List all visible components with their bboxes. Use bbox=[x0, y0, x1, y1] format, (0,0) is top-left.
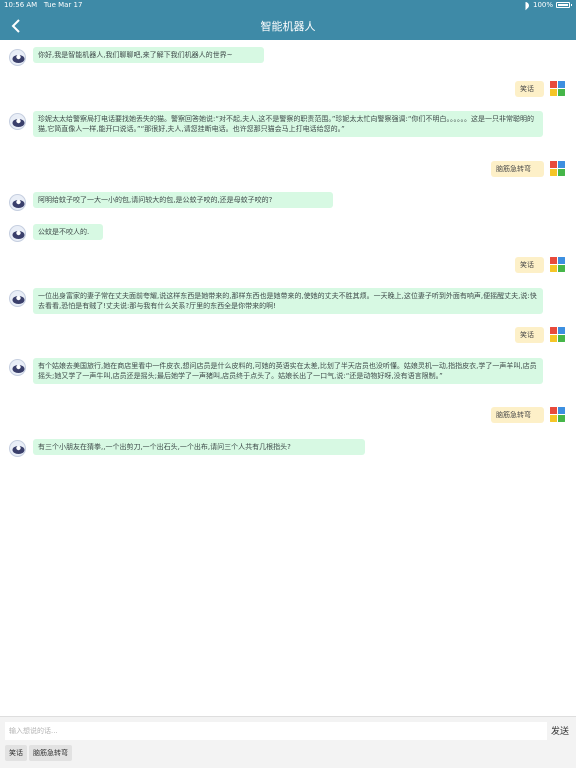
chat-list[interactable]: 你好,我是智能机器人,我们聊聊吧,来了解下我们机器人的世界~ 笑话 珍妮太太给警… bbox=[0, 40, 576, 716]
user-message-bubble: 脑筋急转弯 bbox=[491, 407, 544, 423]
user-avatar-icon bbox=[549, 160, 566, 177]
user-message-bubble: 笑话 bbox=[515, 81, 544, 97]
bot-message-bubble: 你好,我是智能机器人,我们聊聊吧,来了解下我们机器人的世界~ bbox=[33, 47, 264, 63]
robot-avatar-icon bbox=[9, 49, 26, 66]
robot-avatar-icon bbox=[9, 194, 26, 211]
bot-message-bubble: 一位出身富家的妻子常在丈夫面前夸耀,说这样东西是她带来的,那样东西也是她带来的,… bbox=[33, 288, 543, 314]
robot-avatar-icon bbox=[9, 225, 26, 242]
bot-message-bubble: 珍妮太太给警察局打电话要找她丢失的猫。警察回答她说:“对不起,夫人,这不是警察的… bbox=[33, 111, 543, 137]
input-bar: 发送 笑话 脑筋急转弯 bbox=[0, 716, 576, 768]
quick-reply-joke[interactable]: 笑话 bbox=[5, 745, 27, 761]
battery-icon bbox=[556, 2, 572, 8]
status-bar: 10:56 AM Tue Mar 17 100% bbox=[0, 0, 576, 12]
robot-avatar-icon bbox=[9, 113, 26, 130]
user-avatar-icon bbox=[549, 326, 566, 343]
wifi-icon bbox=[521, 2, 530, 9]
bot-message-bubble: 有三个小朋友在猜拳,,一个出剪刀,一个出石头,一个出布,请问三个人共有几根指头? bbox=[33, 439, 365, 455]
user-message-bubble: 笑话 bbox=[515, 327, 544, 343]
nav-bar: 智能机器人 bbox=[0, 12, 576, 40]
user-avatar-icon bbox=[549, 406, 566, 423]
robot-avatar-icon bbox=[9, 290, 26, 307]
user-avatar-icon bbox=[549, 80, 566, 97]
battery-percent: 100% bbox=[532, 1, 553, 9]
bot-message-bubble: 有个姑娘去美国旅行,她在商店里看中一件皮衣,想问店员是什么皮料的,可她的英语实在… bbox=[33, 358, 543, 384]
quick-reply-brain-teaser[interactable]: 脑筋急转弯 bbox=[29, 745, 72, 761]
message-input[interactable] bbox=[5, 722, 547, 740]
user-message-bubble: 脑筋急转弯 bbox=[491, 161, 544, 177]
send-button[interactable]: 发送 bbox=[551, 724, 569, 737]
status-right: 100% bbox=[521, 1, 572, 9]
robot-avatar-icon bbox=[9, 440, 26, 457]
page-title: 智能机器人 bbox=[260, 20, 316, 33]
robot-avatar-icon bbox=[9, 359, 26, 376]
status-time-date: 10:56 AM Tue Mar 17 bbox=[4, 1, 83, 9]
bot-message-bubble: 阿明给蚊子咬了一大一小的包,请问较大的包,是公蚊子咬的,还是母蚊子咬的? bbox=[33, 192, 333, 208]
user-avatar-icon bbox=[549, 256, 566, 273]
bot-message-bubble: 公蚊是不咬人的. bbox=[33, 224, 103, 240]
user-message-bubble: 笑话 bbox=[515, 257, 544, 273]
